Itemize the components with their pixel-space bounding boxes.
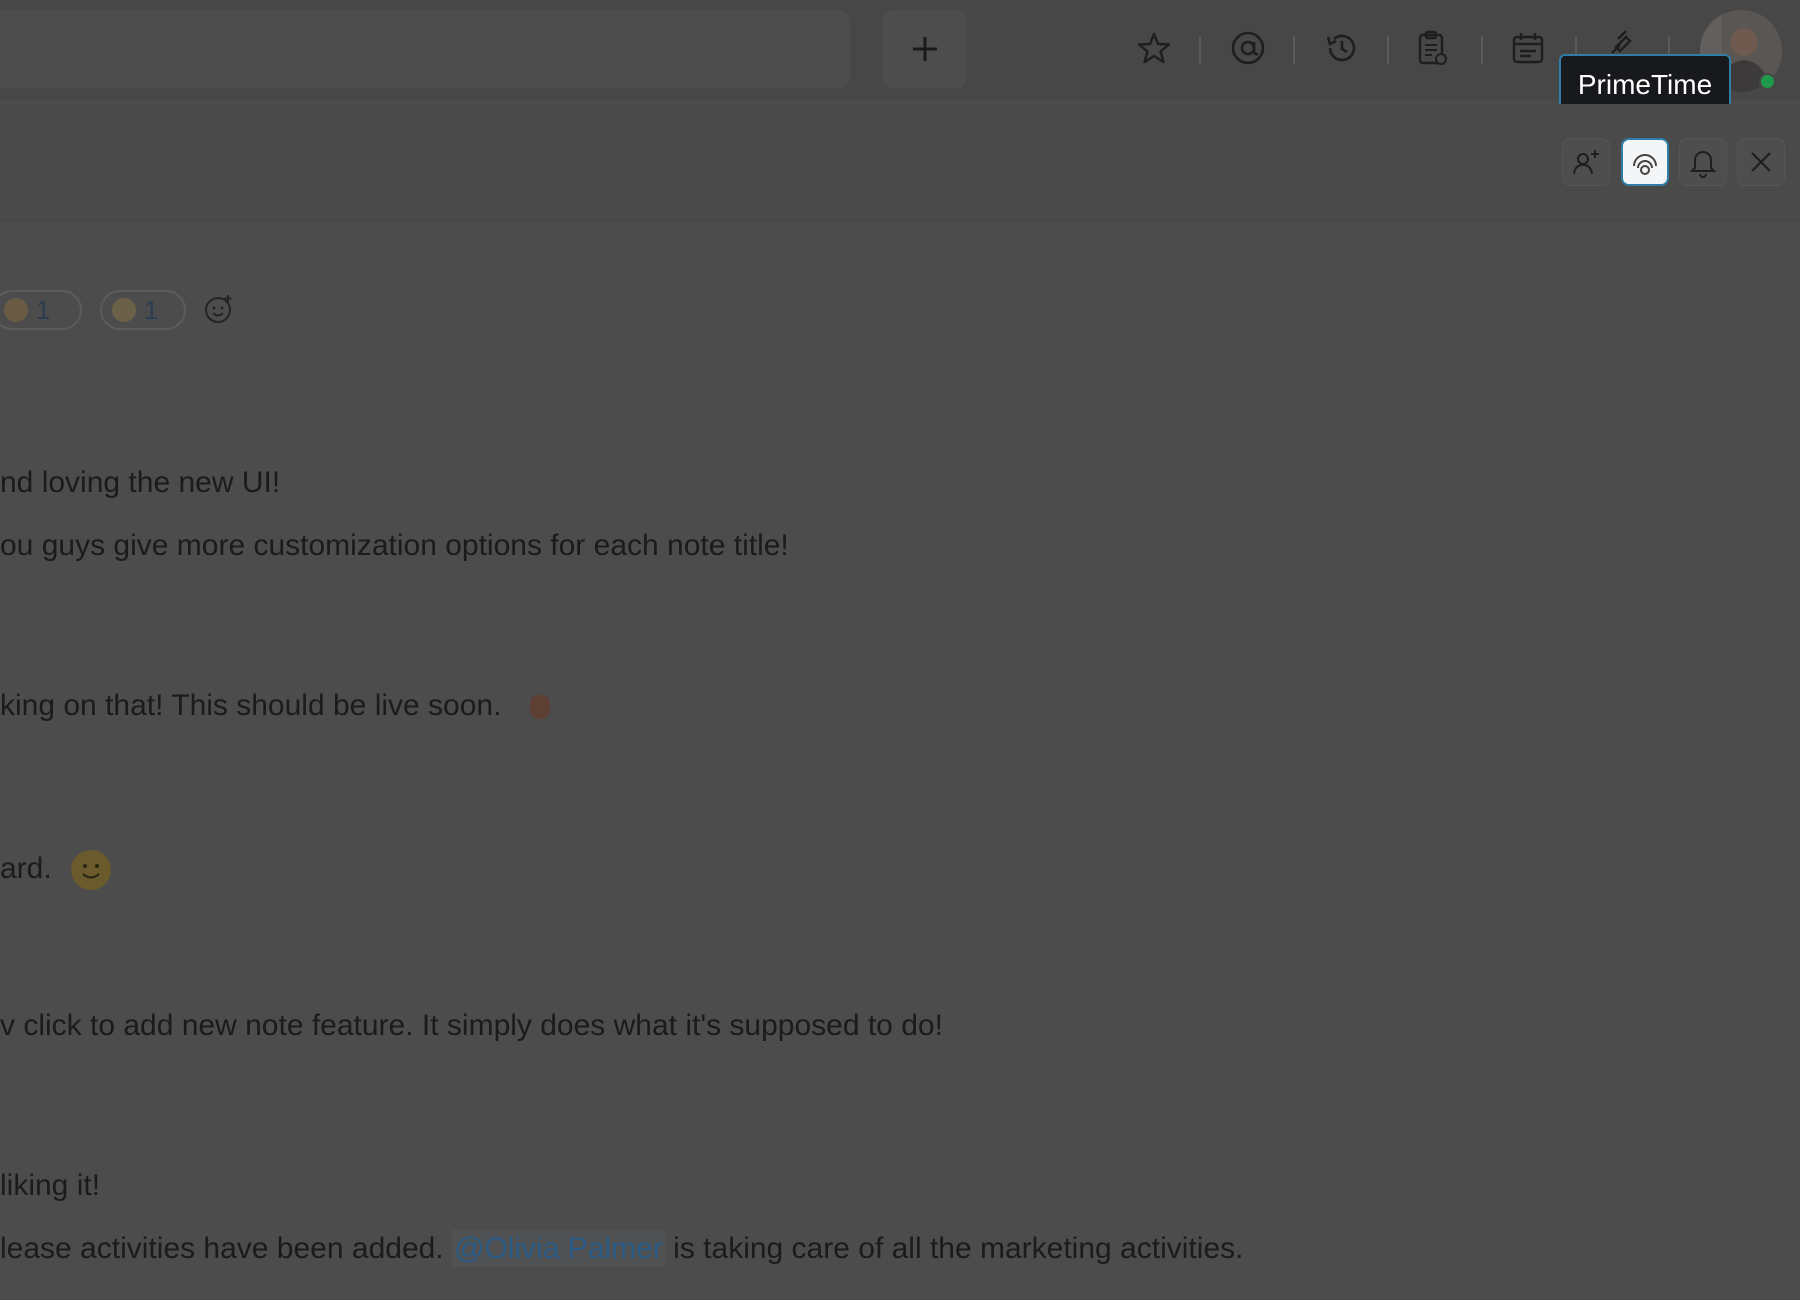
raised-fist-emoji [529, 695, 550, 720]
message-text: ou guys give more customization options … [0, 529, 789, 562]
message-text: liking it! [0, 1169, 101, 1202]
at-mention-icon[interactable] [1224, 24, 1272, 72]
notifications-button[interactable] [1679, 138, 1727, 186]
clapping-hands-icon [4, 298, 28, 322]
clipboard-icon[interactable] [1408, 24, 1456, 72]
reaction-chip[interactable]: 1 [100, 290, 186, 330]
user-mention[interactable]: @Olivia Palmer [452, 1230, 665, 1267]
message-line: lease activities have been added. @Olivi… [0, 1230, 1244, 1267]
sparkler-icon [112, 298, 136, 322]
add-button[interactable] [883, 10, 967, 88]
conversation-header [0, 104, 1800, 221]
smiley-emoji [71, 850, 112, 890]
plus-icon [913, 37, 937, 61]
message-text: is taking care of all the marketing acti… [673, 1232, 1244, 1265]
divider [1481, 36, 1483, 64]
tooltip-text: PrimeTime [1577, 69, 1713, 100]
reaction-count: 1 [144, 294, 159, 325]
add-reaction-button[interactable] [202, 292, 236, 326]
search-bar[interactable] [0, 10, 850, 88]
bell-icon [1689, 151, 1717, 178]
star-icon[interactable] [1130, 24, 1178, 72]
primetime-button[interactable] [1621, 138, 1669, 186]
message-line: ard. [0, 849, 112, 891]
divider [1387, 36, 1389, 64]
add-member-button[interactable] [1562, 138, 1610, 186]
history-icon[interactable] [1318, 24, 1366, 72]
close-button[interactable] [1737, 138, 1785, 186]
reaction-chip[interactable]: 1 [0, 290, 82, 330]
divider [1293, 36, 1295, 64]
add-reaction-icon [205, 295, 232, 323]
reaction-count: 1 [36, 294, 51, 325]
close-icon [1751, 152, 1771, 172]
divider [1199, 36, 1201, 64]
add-member-icon [1573, 150, 1599, 175]
calendar-icon[interactable] [1504, 24, 1552, 72]
message-text: king on that! This should be live soon. [0, 689, 502, 722]
message-line: king on that! This should be live soon. [0, 689, 556, 725]
message-text: v click to add new note feature. It simp… [0, 1009, 943, 1042]
primetime-icon [1633, 154, 1657, 175]
message-text: ard. [0, 851, 52, 885]
message-text: lease activities have been added. [0, 1232, 444, 1265]
message-text: nd loving the new UI! [0, 466, 281, 499]
online-status-dot [1759, 73, 1776, 90]
